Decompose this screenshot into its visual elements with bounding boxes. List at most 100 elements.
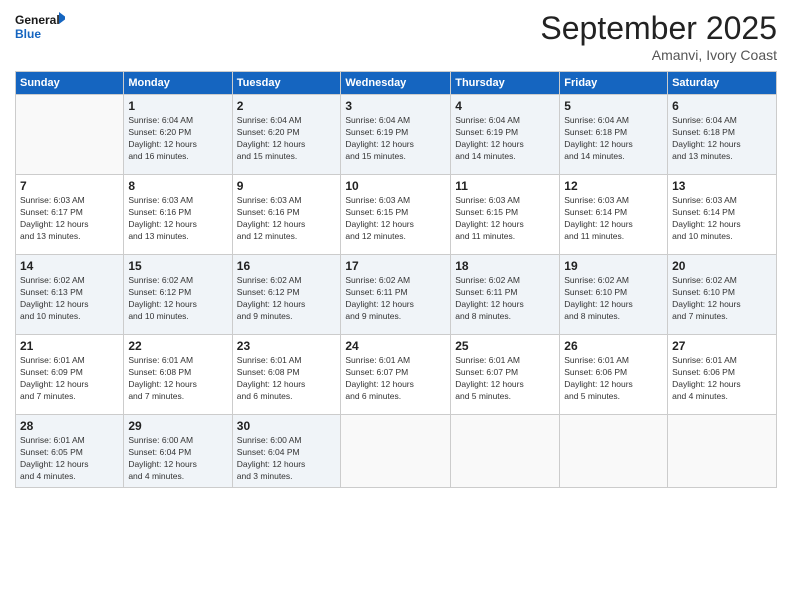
day-info: Sunrise: 6:04 AMSunset: 6:20 PMDaylight:… [128, 115, 227, 163]
table-row: 17 Sunrise: 6:02 AMSunset: 6:11 PMDayligh… [341, 255, 451, 335]
day-info: Sunrise: 6:01 AMSunset: 6:07 PMDaylight:… [345, 355, 446, 403]
table-row: 24 Sunrise: 6:01 AMSunset: 6:07 PMDayligh… [341, 335, 451, 415]
calendar-week-row: 7 Sunrise: 6:03 AMSunset: 6:17 PMDaylight… [16, 175, 777, 255]
day-number: 26 [564, 339, 663, 353]
header-monday: Monday [124, 72, 232, 95]
day-number: 20 [672, 259, 772, 273]
calendar-header-row: Sunday Monday Tuesday Wednesday Thursday… [16, 72, 777, 95]
day-number: 10 [345, 179, 446, 193]
day-number: 14 [20, 259, 119, 273]
day-info: Sunrise: 6:02 AMSunset: 6:13 PMDaylight:… [20, 275, 119, 323]
day-info: Sunrise: 6:03 AMSunset: 6:16 PMDaylight:… [237, 195, 337, 243]
day-info: Sunrise: 6:03 AMSunset: 6:14 PMDaylight:… [672, 195, 772, 243]
day-info: Sunrise: 6:03 AMSunset: 6:16 PMDaylight:… [128, 195, 227, 243]
svg-text:Blue: Blue [15, 27, 41, 41]
day-number: 21 [20, 339, 119, 353]
day-number: 3 [345, 99, 446, 113]
day-info: Sunrise: 6:04 AMSunset: 6:19 PMDaylight:… [455, 115, 555, 163]
header-thursday: Thursday [451, 72, 560, 95]
day-info: Sunrise: 6:01 AMSunset: 6:08 PMDaylight:… [237, 355, 337, 403]
day-info: Sunrise: 6:01 AMSunset: 6:07 PMDaylight:… [455, 355, 555, 403]
table-row: 25 Sunrise: 6:01 AMSunset: 6:07 PMDayligh… [451, 335, 560, 415]
day-info: Sunrise: 6:01 AMSunset: 6:06 PMDaylight:… [564, 355, 663, 403]
day-number: 7 [20, 179, 119, 193]
table-row: 30 Sunrise: 6:00 AMSunset: 6:04 PMDayligh… [232, 415, 341, 488]
day-info: Sunrise: 6:03 AMSunset: 6:15 PMDaylight:… [455, 195, 555, 243]
table-row: 14 Sunrise: 6:02 AMSunset: 6:13 PMDayligh… [16, 255, 124, 335]
day-info: Sunrise: 6:04 AMSunset: 6:19 PMDaylight:… [345, 115, 446, 163]
calendar-week-row: 1 Sunrise: 6:04 AMSunset: 6:20 PMDaylight… [16, 95, 777, 175]
calendar-week-row: 21 Sunrise: 6:01 AMSunset: 6:09 PMDayligh… [16, 335, 777, 415]
table-row: 9Sunrise: 6:03 AMSunset: 6:16 PMDaylight… [232, 175, 341, 255]
table-row: 3 Sunrise: 6:04 AMSunset: 6:19 PMDaylight… [341, 95, 451, 175]
day-info: Sunrise: 6:01 AMSunset: 6:05 PMDaylight:… [20, 435, 119, 483]
logo: General Blue [15, 10, 65, 45]
day-number: 27 [672, 339, 772, 353]
calendar-table: Sunday Monday Tuesday Wednesday Thursday… [15, 71, 777, 488]
day-number: 13 [672, 179, 772, 193]
day-info: Sunrise: 6:02 AMSunset: 6:12 PMDaylight:… [128, 275, 227, 323]
header-sunday: Sunday [16, 72, 124, 95]
day-number: 24 [345, 339, 446, 353]
table-row [560, 415, 668, 488]
logo-svg: General Blue [15, 10, 65, 45]
day-info: Sunrise: 6:03 AMSunset: 6:17 PMDaylight:… [20, 195, 119, 243]
svg-text:General: General [15, 13, 60, 27]
table-row: 29Sunrise: 6:00 AMSunset: 6:04 PMDayligh… [124, 415, 232, 488]
table-row [451, 415, 560, 488]
day-info: Sunrise: 6:02 AMSunset: 6:12 PMDaylight:… [237, 275, 337, 323]
table-row: 6 Sunrise: 6:04 AMSunset: 6:18 PMDaylight… [668, 95, 777, 175]
table-row: 18Sunrise: 6:02 AMSunset: 6:11 PMDayligh… [451, 255, 560, 335]
table-row: 23 Sunrise: 6:01 AMSunset: 6:08 PMDayligh… [232, 335, 341, 415]
calendar-week-row: 14 Sunrise: 6:02 AMSunset: 6:13 PMDayligh… [16, 255, 777, 335]
header-tuesday: Tuesday [232, 72, 341, 95]
table-row: 1 Sunrise: 6:04 AMSunset: 6:20 PMDaylight… [124, 95, 232, 175]
header-friday: Friday [560, 72, 668, 95]
day-number: 17 [345, 259, 446, 273]
calendar-week-row: 28Sunrise: 6:01 AMSunset: 6:05 PMDayligh… [16, 415, 777, 488]
day-info: Sunrise: 6:02 AMSunset: 6:10 PMDaylight:… [672, 275, 772, 323]
day-info: Sunrise: 6:00 AMSunset: 6:04 PMDaylight:… [237, 435, 337, 483]
day-info: Sunrise: 6:01 AMSunset: 6:09 PMDaylight:… [20, 355, 119, 403]
day-number: 11 [455, 179, 555, 193]
day-number: 23 [237, 339, 337, 353]
day-number: 22 [128, 339, 227, 353]
table-row: 20 Sunrise: 6:02 AMSunset: 6:10 PMDayligh… [668, 255, 777, 335]
table-row [668, 415, 777, 488]
table-row: 7 Sunrise: 6:03 AMSunset: 6:17 PMDaylight… [16, 175, 124, 255]
day-number: 1 [128, 99, 227, 113]
day-info: Sunrise: 6:03 AMSunset: 6:15 PMDaylight:… [345, 195, 446, 243]
table-row: 28Sunrise: 6:01 AMSunset: 6:05 PMDayligh… [16, 415, 124, 488]
day-info: Sunrise: 6:04 AMSunset: 6:18 PMDaylight:… [672, 115, 772, 163]
day-number: 30 [237, 419, 337, 433]
table-row: 26 Sunrise: 6:01 AMSunset: 6:06 PMDayligh… [560, 335, 668, 415]
table-row: 15 Sunrise: 6:02 AMSunset: 6:12 PMDayligh… [124, 255, 232, 335]
day-info: Sunrise: 6:04 AMSunset: 6:18 PMDaylight:… [564, 115, 663, 163]
table-row [341, 415, 451, 488]
day-info: Sunrise: 6:01 AMSunset: 6:08 PMDaylight:… [128, 355, 227, 403]
table-row: 19 Sunrise: 6:02 AMSunset: 6:10 PMDayligh… [560, 255, 668, 335]
day-info: Sunrise: 6:02 AMSunset: 6:11 PMDaylight:… [345, 275, 446, 323]
table-row: 11 Sunrise: 6:03 AMSunset: 6:15 PMDayligh… [451, 175, 560, 255]
table-row: 27 Sunrise: 6:01 AMSunset: 6:06 PMDayligh… [668, 335, 777, 415]
day-number: 6 [672, 99, 772, 113]
table-row: 10 Sunrise: 6:03 AMSunset: 6:15 PMDayligh… [341, 175, 451, 255]
day-info: Sunrise: 6:03 AMSunset: 6:14 PMDaylight:… [564, 195, 663, 243]
day-number: 2 [237, 99, 337, 113]
day-number: 25 [455, 339, 555, 353]
day-info: Sunrise: 6:02 AMSunset: 6:11 PMDaylight:… [455, 275, 555, 323]
day-number: 19 [564, 259, 663, 273]
location: Amanvi, Ivory Coast [540, 47, 777, 63]
title-block: September 2025 Amanvi, Ivory Coast [540, 10, 777, 63]
header-wednesday: Wednesday [341, 72, 451, 95]
day-number: 15 [128, 259, 227, 273]
header-saturday: Saturday [668, 72, 777, 95]
day-number: 29 [128, 419, 227, 433]
day-number: 12 [564, 179, 663, 193]
day-info: Sunrise: 6:01 AMSunset: 6:06 PMDaylight:… [672, 355, 772, 403]
table-row: 5Sunrise: 6:04 AMSunset: 6:18 PMDaylight… [560, 95, 668, 175]
table-row: 4Sunrise: 6:04 AMSunset: 6:19 PMDaylight… [451, 95, 560, 175]
day-info: Sunrise: 6:02 AMSunset: 6:10 PMDaylight:… [564, 275, 663, 323]
day-number: 16 [237, 259, 337, 273]
table-row: 21 Sunrise: 6:01 AMSunset: 6:09 PMDayligh… [16, 335, 124, 415]
